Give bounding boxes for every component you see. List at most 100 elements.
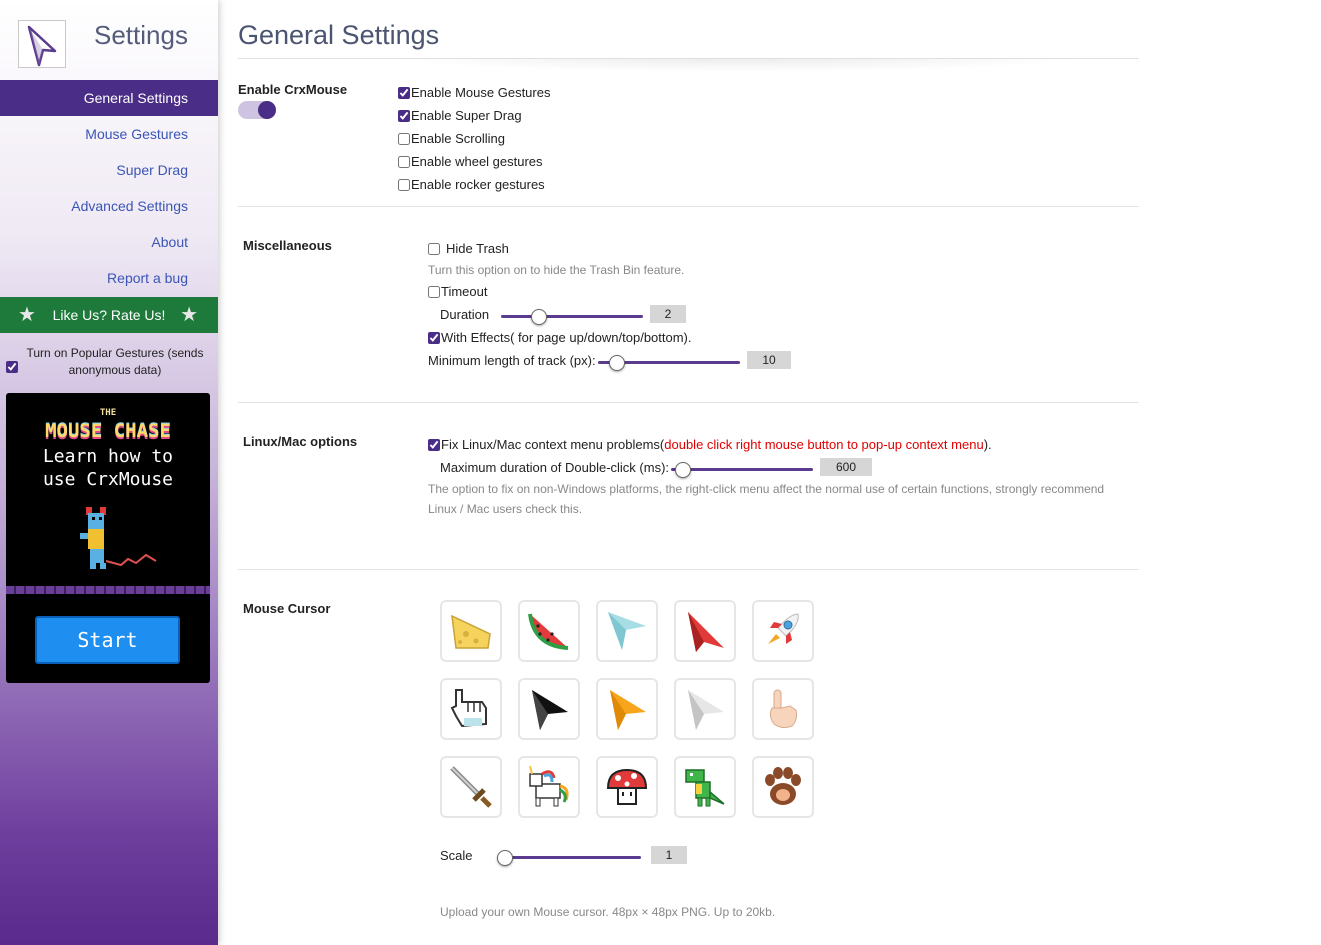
nav-general-settings[interactable]: General Settings: [0, 80, 218, 116]
promo-start-button[interactable]: Start: [35, 616, 180, 664]
fix-context-menu-checkbox[interactable]: [428, 438, 440, 451]
timeout-label: Timeout: [441, 284, 488, 299]
cursor-option-orange-arrow[interactable]: [596, 678, 658, 740]
scale-value[interactable]: 1: [651, 846, 687, 864]
cursor-option-unicorn[interactable]: [518, 756, 580, 818]
slider-track: [671, 468, 813, 471]
sidebar: Settings General Settings Mouse Gestures…: [0, 0, 218, 945]
cursor-option-gray-arrow[interactable]: [674, 678, 736, 740]
cursor-option-rocket[interactable]: [752, 600, 814, 662]
duration-value[interactable]: 2: [650, 305, 686, 323]
hide-trash-hint: Turn this option on to hide the Trash Bi…: [428, 263, 685, 277]
enable-super-drag-checkbox[interactable]: [398, 109, 410, 122]
enable-rocker-gestures-checkbox[interactable]: [398, 178, 410, 191]
mushroom-icon: [606, 768, 648, 805]
timeout-option[interactable]: Timeout: [428, 284, 487, 299]
nav-report-bug[interactable]: Report a bug: [0, 260, 218, 296]
promo-title: MOUSE CHASE: [45, 420, 171, 442]
min-track-length-value[interactable]: 10: [747, 351, 791, 369]
slider-track: [501, 315, 643, 318]
red-arrow-icon: [688, 612, 724, 652]
enable-scrolling-option[interactable]: Enable Scrolling: [398, 131, 505, 146]
nav-advanced-settings[interactable]: Advanced Settings: [0, 188, 218, 224]
rate-us-button[interactable]: ★ Like Us? Rate Us! ★: [0, 297, 218, 333]
with-effects-option[interactable]: With Effects( for page up/down/top/botto…: [428, 330, 692, 345]
miscellaneous-label: Miscellaneous: [243, 238, 332, 253]
black-arrow-icon: [532, 690, 568, 730]
cursor-logo-icon: [27, 25, 57, 67]
promo-the: THE: [99, 408, 117, 418]
paw-icon: [765, 767, 801, 805]
mouse-cursor-label: Mouse Cursor: [243, 601, 331, 616]
cursor-option-paper-plane[interactable]: [596, 600, 658, 662]
star-icon: ★: [18, 304, 36, 326]
rate-us-label: Like Us? Rate Us!: [52, 307, 166, 323]
slider-track: [499, 856, 641, 859]
mouse-chase-promo[interactable]: THE MOUSE CHASE Learn how to use CrxMous…: [6, 393, 210, 683]
promo-subtitle-line1: Learn how to: [42, 446, 174, 467]
app-title: Settings: [94, 20, 188, 50]
double-click-duration-value[interactable]: 600: [820, 458, 872, 476]
toggle-knob: [258, 101, 276, 119]
section-divider: [238, 206, 1139, 207]
slider-thumb[interactable]: [608, 355, 625, 371]
dinosaur-icon: [685, 769, 725, 807]
enable-crxmouse-toggle[interactable]: [238, 101, 276, 119]
cursor-option-pointing-hand[interactable]: [752, 678, 814, 740]
duration-slider[interactable]: [501, 309, 643, 325]
enable-scrolling-checkbox[interactable]: [398, 132, 410, 145]
hide-trash-option[interactable]: Hide Trash: [428, 241, 509, 256]
hide-trash-checkbox[interactable]: [428, 242, 440, 255]
scale-label: Scale: [440, 848, 473, 863]
app-logo: [18, 20, 66, 68]
enable-mouse-gestures-label: Enable Mouse Gestures: [411, 85, 551, 100]
cursor-option-pixel-sword[interactable]: [440, 756, 502, 818]
orange-arrow-icon: [610, 690, 646, 730]
min-track-length-label: Minimum length of track (px):: [428, 353, 596, 368]
slider-thumb[interactable]: [530, 309, 547, 325]
popular-gestures-checkbox[interactable]: [6, 361, 18, 373]
enable-mouse-gestures-option[interactable]: Enable Mouse Gestures: [398, 85, 550, 100]
nav-super-drag[interactable]: Super Drag: [0, 152, 218, 188]
title-shadow: [388, 58, 1088, 72]
title-divider: [238, 58, 1139, 59]
fix-context-menu-option[interactable]: Fix Linux/Mac context menu problems(doub…: [428, 437, 992, 452]
enable-rocker-gestures-label: Enable rocker gestures: [411, 177, 545, 192]
double-click-duration-slider[interactable]: [671, 462, 813, 478]
enable-mouse-gestures-checkbox[interactable]: [398, 86, 410, 99]
with-effects-checkbox[interactable]: [428, 331, 440, 344]
slider-thumb[interactable]: [675, 462, 692, 478]
hide-trash-label: Hide Trash: [446, 241, 509, 256]
nav-mouse-gestures[interactable]: Mouse Gestures: [0, 116, 218, 152]
scale-slider[interactable]: [497, 850, 641, 866]
rocket-icon: [768, 613, 799, 644]
nav-about[interactable]: About: [0, 224, 218, 260]
pixel-mouse-icon: [80, 507, 157, 569]
cursor-option-paw[interactable]: [752, 756, 814, 818]
min-track-length-slider[interactable]: [598, 355, 740, 371]
cursor-option-black-arrow[interactable]: [518, 678, 580, 740]
cursor-option-cheese[interactable]: [440, 600, 502, 662]
enable-scrolling-label: Enable Scrolling: [411, 131, 505, 146]
slider-thumb[interactable]: [497, 850, 513, 866]
with-effects-label: With Effects( for page up/down/top/botto…: [441, 330, 692, 345]
linux-mac-hint: The option to fix on non-Windows platfor…: [428, 482, 1105, 516]
upload-cursor-hint: Upload your own Mouse cursor. 48px × 48p…: [440, 905, 776, 919]
enable-super-drag-option[interactable]: Enable Super Drag: [398, 108, 522, 123]
cursor-option-pixel-hand[interactable]: [440, 678, 502, 740]
enable-rocker-gestures-option[interactable]: Enable rocker gestures: [398, 177, 545, 192]
page-title: General Settings: [238, 20, 440, 50]
paper-plane-icon: [608, 612, 646, 650]
timeout-checkbox[interactable]: [428, 285, 440, 298]
enable-wheel-gestures-checkbox[interactable]: [398, 155, 410, 168]
cursor-option-red-arrow[interactable]: [674, 600, 736, 662]
cursor-option-watermelon[interactable]: [518, 600, 580, 662]
duration-label: Duration: [440, 307, 490, 322]
cursor-option-dinosaur[interactable]: [674, 756, 736, 818]
promo-subtitle-line2: use CrxMouse: [42, 469, 174, 490]
section-divider: [238, 402, 1139, 403]
cursor-option-mushroom[interactable]: [596, 756, 658, 818]
enable-wheel-gestures-label: Enable wheel gestures: [411, 154, 543, 169]
popular-gestures-label: Turn on Popular Gestures (sends anonymou…: [26, 346, 204, 377]
enable-wheel-gestures-option[interactable]: Enable wheel gestures: [398, 154, 543, 169]
